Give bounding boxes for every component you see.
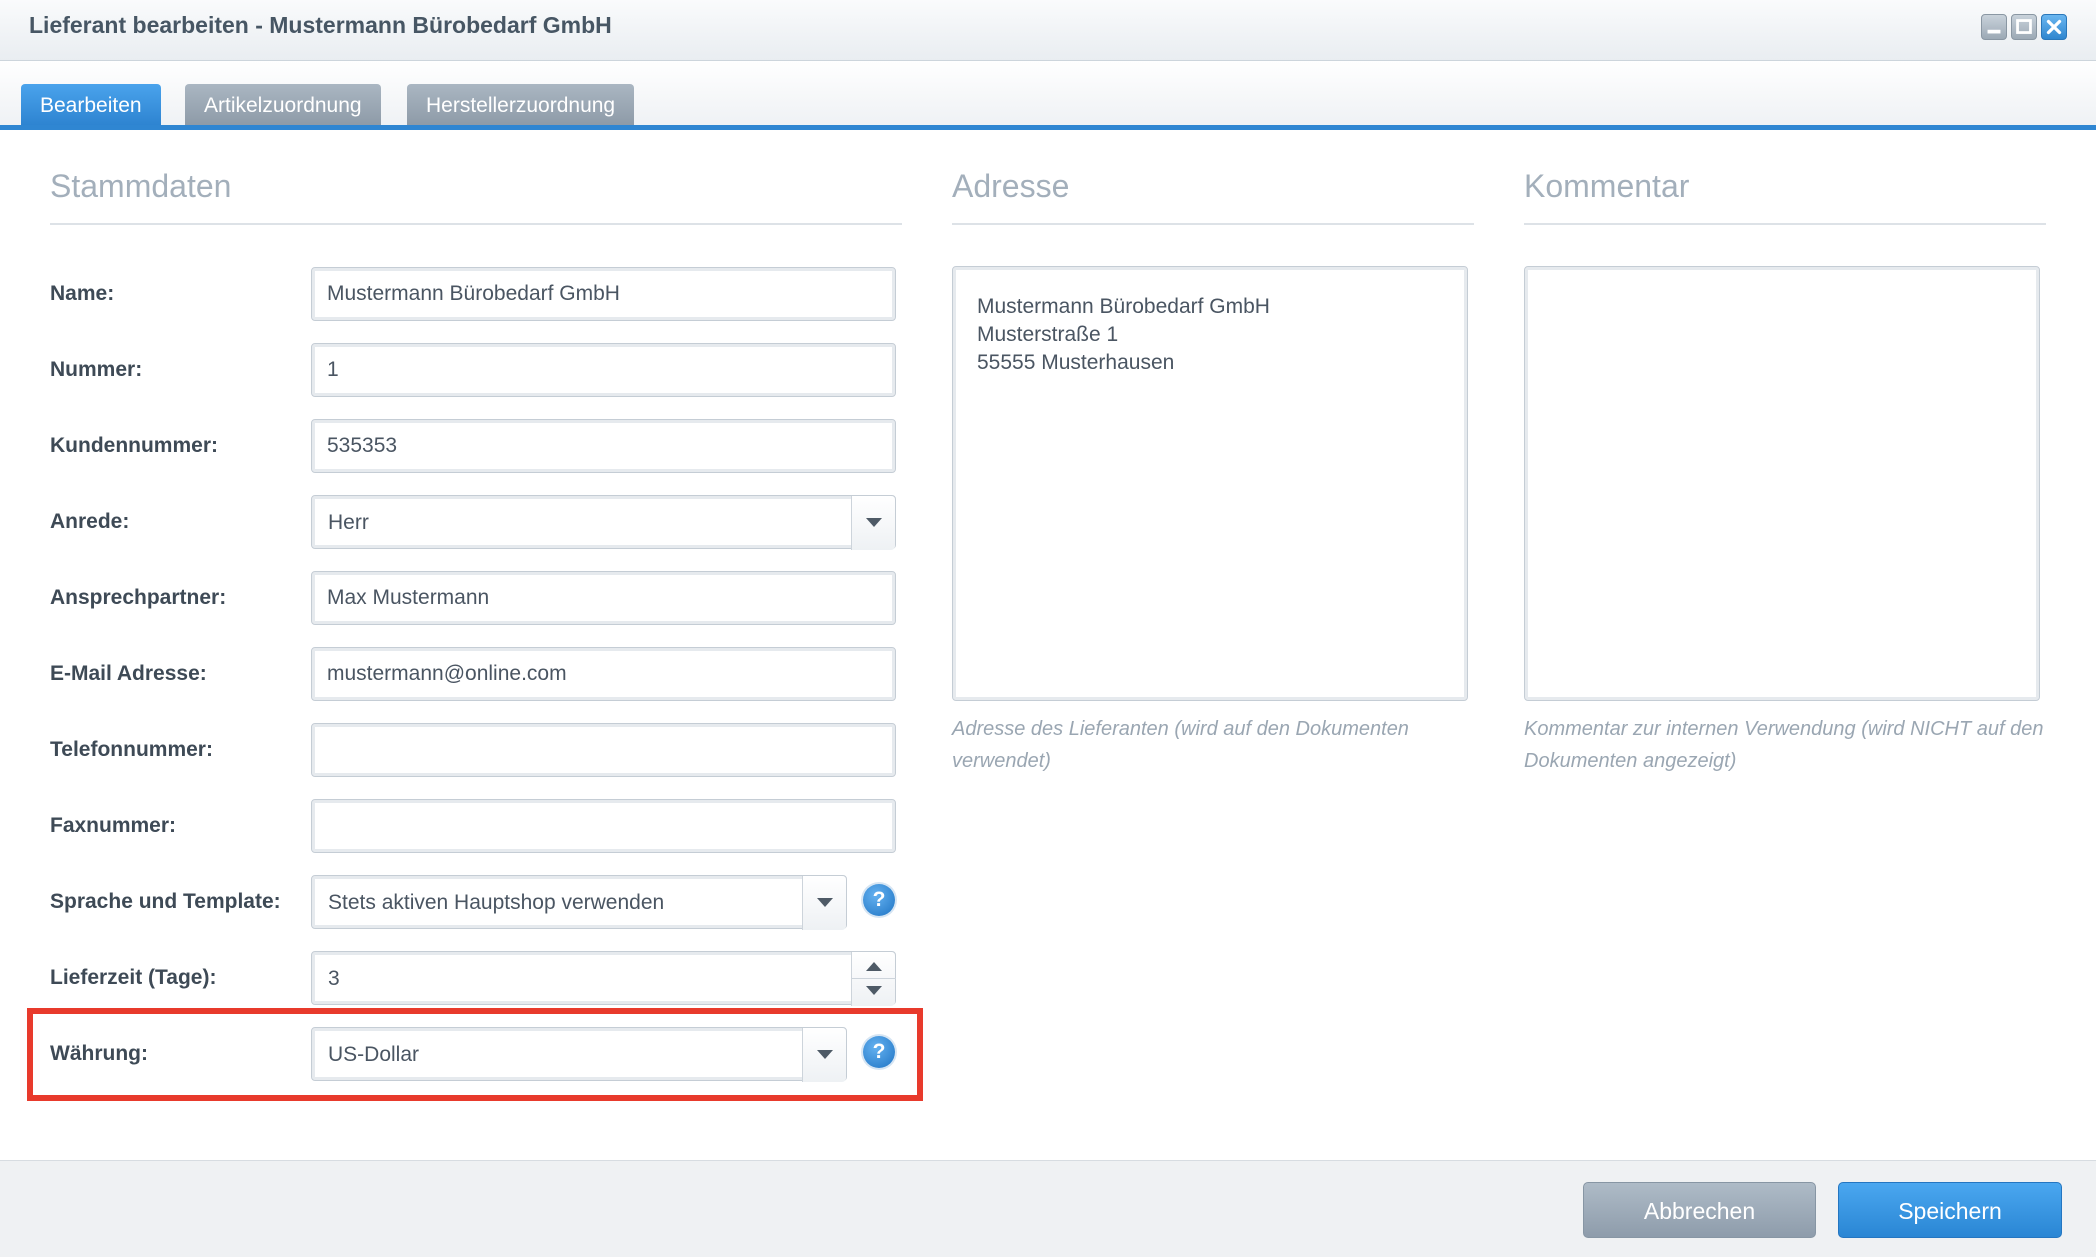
kommentar-title: Kommentar [1524,168,1690,204]
lieferzeit-label: Lieferzeit (Tage): [50,966,217,989]
kommentar-divider [1524,223,2046,225]
window-title: Lieferant bearbeiten - Mustermann Bürobe… [29,12,612,38]
kundennummer-label: Kundennummer: [50,434,218,457]
adresse-hint: Adresse des Lieferanten (wird auf den Do… [952,718,1409,772]
spin-up-icon[interactable] [866,962,882,971]
tab-underline [0,125,2096,130]
kommentar-hint: Kommentar zur internen Verwendung (wird … [1524,718,2044,772]
minimize-button[interactable] [1981,14,2007,40]
sprache-dropdown-button[interactable] [802,876,846,930]
fax-input[interactable] [311,799,896,853]
sprache-help-icon[interactable]: ? [863,884,895,916]
maximize-button[interactable] [2011,14,2037,40]
sprache-select[interactable]: Stets aktiven Hauptshop verwenden [311,875,847,930]
anrede-label: Anrede: [50,510,130,533]
anrede-value: Herr [328,511,369,534]
adresse-divider [952,223,1474,225]
adresse-line: 55555 Musterhausen [977,351,1175,374]
sprache-label: Sprache und Template: [50,890,281,913]
adresse-textarea[interactable]: Mustermann Bürobedarf GmbH Musterstraße … [952,266,1468,701]
nummer-label: Nummer: [50,358,143,381]
adresse-line: Musterstraße 1 [977,323,1119,346]
window-titlebar: Lieferant bearbeiten - Mustermann Bürobe… [0,0,2096,61]
sprache-value: Stets aktiven Hauptshop verwenden [328,891,665,914]
tab-bearbeiten[interactable]: Bearbeiten [21,84,161,126]
spinner-divider [852,978,896,979]
chevron-down-icon [817,898,833,907]
stammdaten-title: Stammdaten [50,168,232,204]
lieferzeit-stepper[interactable]: 3 [311,951,896,1006]
kommentar-textarea[interactable] [1524,266,2040,701]
name-label: Name: [50,282,115,305]
waehrung-highlight-box [27,1008,923,1101]
minimize-icon [1987,29,2001,34]
email-label: E-Mail Adresse: [50,662,207,685]
email-input[interactable] [311,647,896,701]
kundennummer-input[interactable] [311,419,896,473]
name-input[interactable] [311,267,896,321]
nummer-input[interactable] [311,343,896,397]
close-button[interactable] [2041,14,2067,40]
telefon-input[interactable] [311,723,896,777]
ansprechpartner-label: Ansprechpartner: [50,586,227,609]
tab-herstellerzuordnung[interactable]: Herstellerzuordnung [407,84,635,126]
tab-artikelzuordnung[interactable]: Artikelzuordnung [185,84,381,126]
lieferzeit-value: 3 [328,967,340,990]
adresse-title: Adresse [952,168,1070,204]
fax-label: Faxnummer: [50,814,177,837]
chevron-down-icon [866,518,882,527]
stammdaten-divider [50,223,902,225]
spin-down-icon[interactable] [866,986,882,995]
anrede-dropdown-button[interactable] [851,496,895,550]
maximize-icon [2016,19,2032,34]
cancel-button[interactable]: Abbrechen [1583,1182,1816,1238]
anrede-select[interactable]: Herr [311,495,896,550]
close-icon [2046,19,2062,35]
lieferzeit-spinner[interactable] [851,952,896,1006]
adresse-line: Mustermann Bürobedarf GmbH [977,295,1270,318]
ansprechpartner-input[interactable] [311,571,896,625]
telefon-label: Telefonnummer: [50,738,213,761]
save-button[interactable]: Speichern [1838,1182,2062,1238]
